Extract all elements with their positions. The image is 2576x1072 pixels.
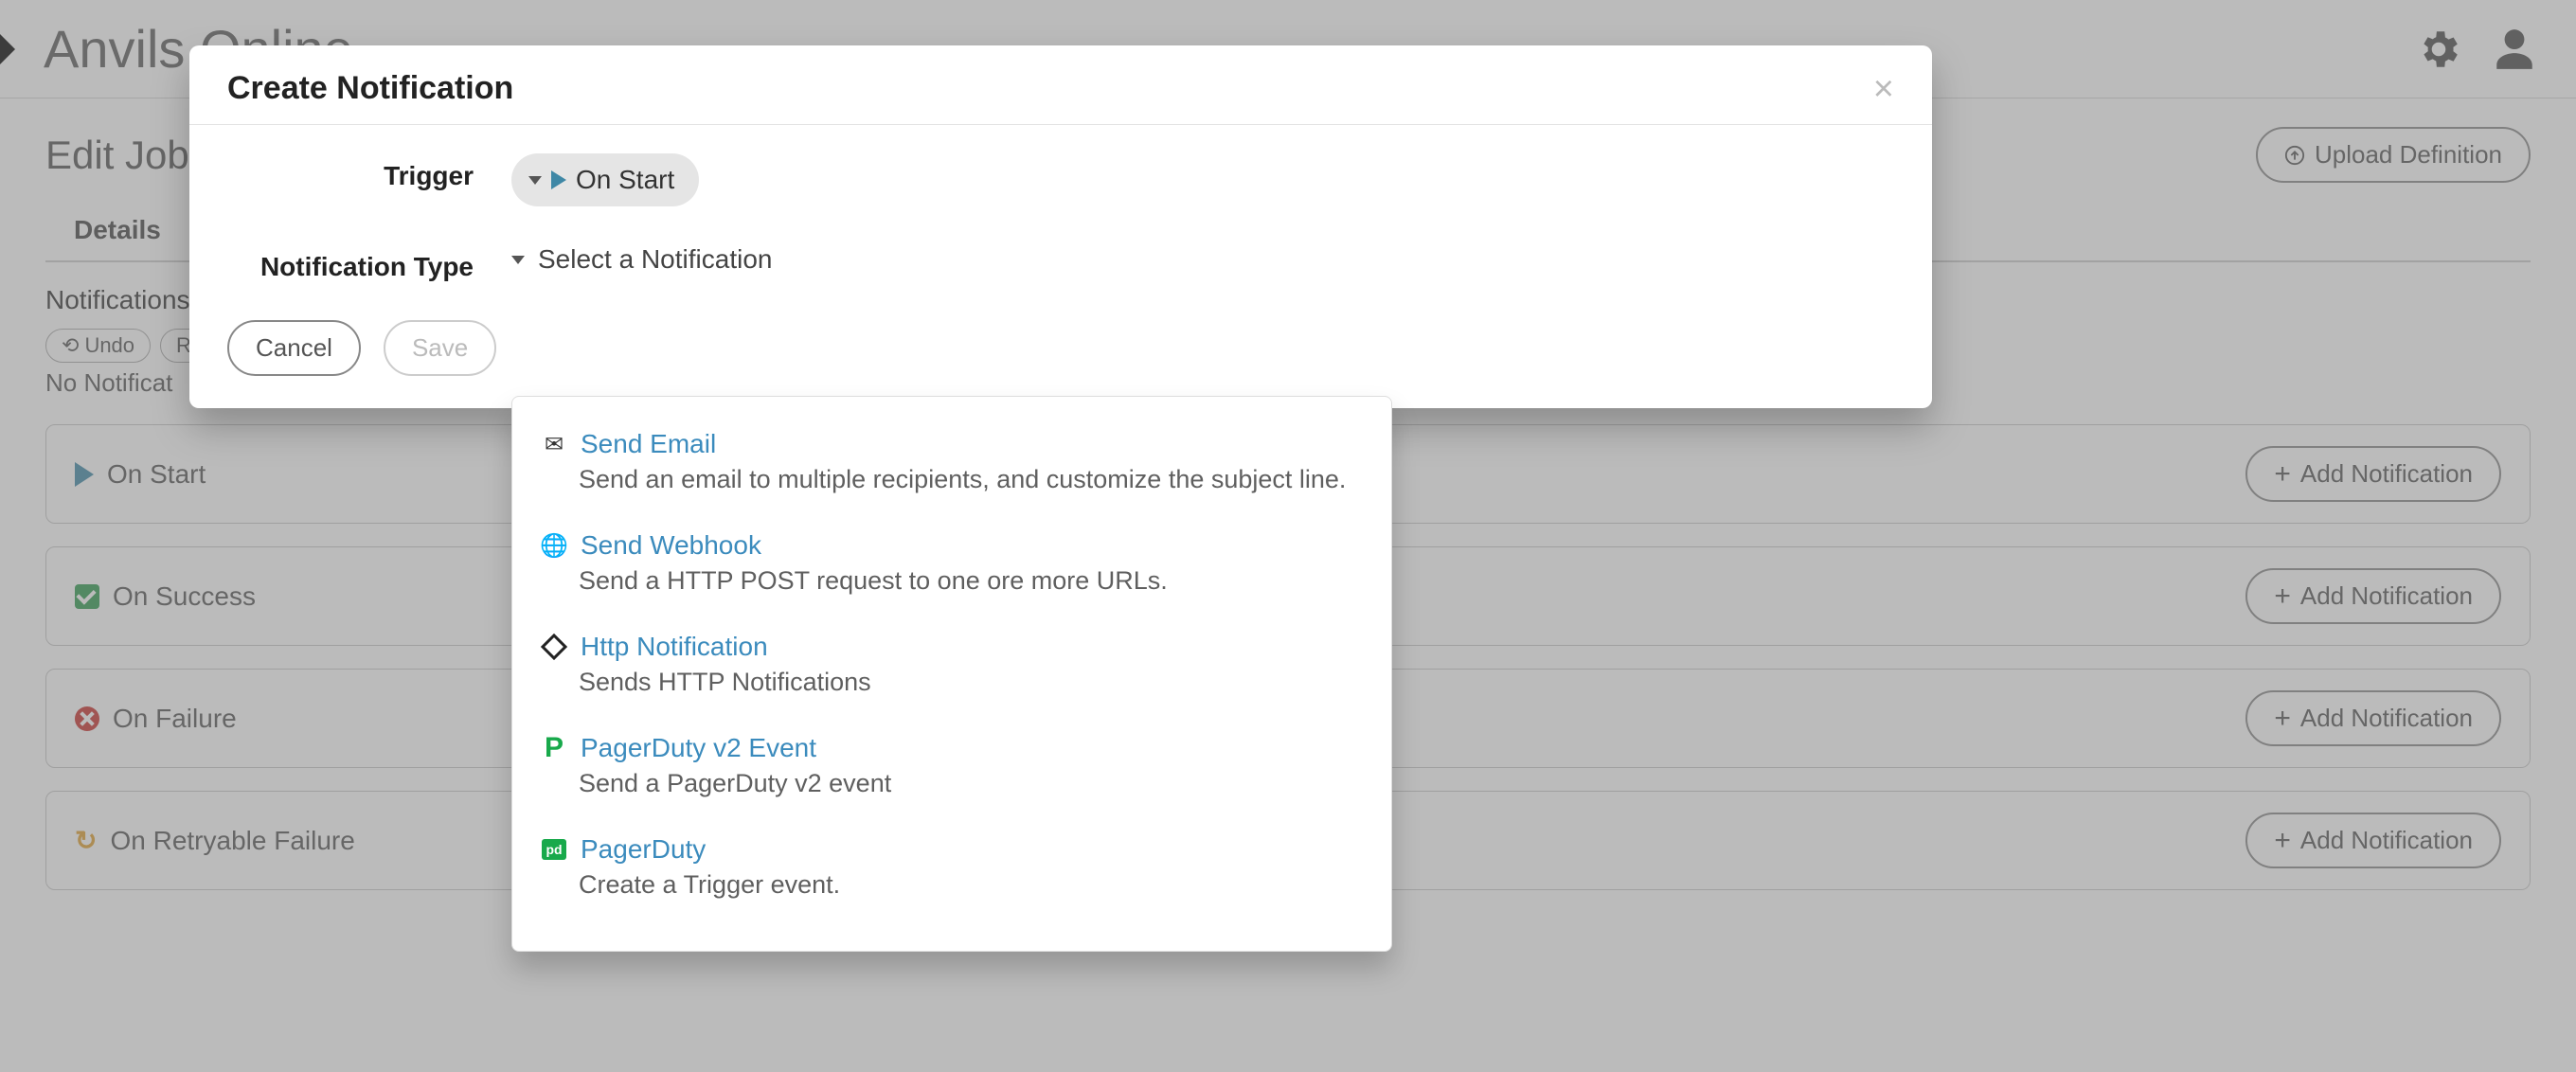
pagerduty-icon: P bbox=[541, 735, 567, 761]
modal-title: Create Notification bbox=[227, 70, 513, 107]
dropdown-item-desc: Send a PagerDuty v2 event bbox=[579, 769, 1363, 798]
notification-type-dropdown: ✉ Send Email Send an email to multiple r… bbox=[511, 396, 1392, 952]
cancel-button[interactable]: Cancel bbox=[227, 320, 361, 376]
dropdown-item-pagerduty-v2[interactable]: P PagerDuty v2 Event Send a PagerDuty v2… bbox=[512, 720, 1391, 821]
chevron-down-icon bbox=[528, 176, 542, 185]
play-icon bbox=[551, 170, 566, 189]
trigger-selector[interactable]: On Start bbox=[511, 153, 699, 206]
globe-icon: 🌐 bbox=[541, 532, 567, 559]
dropdown-item-title: PagerDuty v2 Event bbox=[581, 733, 816, 763]
trigger-value: On Start bbox=[576, 165, 674, 195]
dropdown-item-http-notification[interactable]: Http Notification Sends HTTP Notificatio… bbox=[512, 618, 1391, 720]
dropdown-item-desc: Sends HTTP Notifications bbox=[579, 668, 1363, 697]
notification-type-value: Select a Notification bbox=[538, 244, 772, 275]
dropdown-item-desc: Send an email to multiple recipients, an… bbox=[579, 465, 1363, 494]
notification-type-label: Notification Type bbox=[227, 244, 511, 282]
create-notification-modal: Create Notification × Trigger On Start N… bbox=[189, 45, 1932, 408]
pagerduty-badge-icon: pd bbox=[541, 836, 567, 863]
dropdown-item-send-webhook[interactable]: 🌐 Send Webhook Send a HTTP POST request … bbox=[512, 517, 1391, 618]
dropdown-item-desc: Create a Trigger event. bbox=[579, 870, 1363, 900]
notification-type-selector[interactable]: Select a Notification bbox=[511, 244, 772, 275]
save-button[interactable]: Save bbox=[384, 320, 496, 376]
chevron-down-icon bbox=[511, 256, 525, 264]
dropdown-item-send-email[interactable]: ✉ Send Email Send an email to multiple r… bbox=[512, 416, 1391, 517]
dropdown-item-title: Send Webhook bbox=[581, 530, 761, 561]
close-icon[interactable]: × bbox=[1873, 71, 1894, 107]
diamond-icon bbox=[541, 634, 567, 660]
envelope-icon: ✉ bbox=[541, 431, 567, 457]
dropdown-item-title: PagerDuty bbox=[581, 834, 706, 865]
dropdown-item-pagerduty[interactable]: pd PagerDuty Create a Trigger event. bbox=[512, 821, 1391, 922]
dropdown-item-title: Send Email bbox=[581, 429, 716, 459]
dropdown-item-desc: Send a HTTP POST request to one ore more… bbox=[579, 566, 1363, 596]
dropdown-item-title: Http Notification bbox=[581, 632, 768, 662]
trigger-label: Trigger bbox=[227, 153, 511, 191]
